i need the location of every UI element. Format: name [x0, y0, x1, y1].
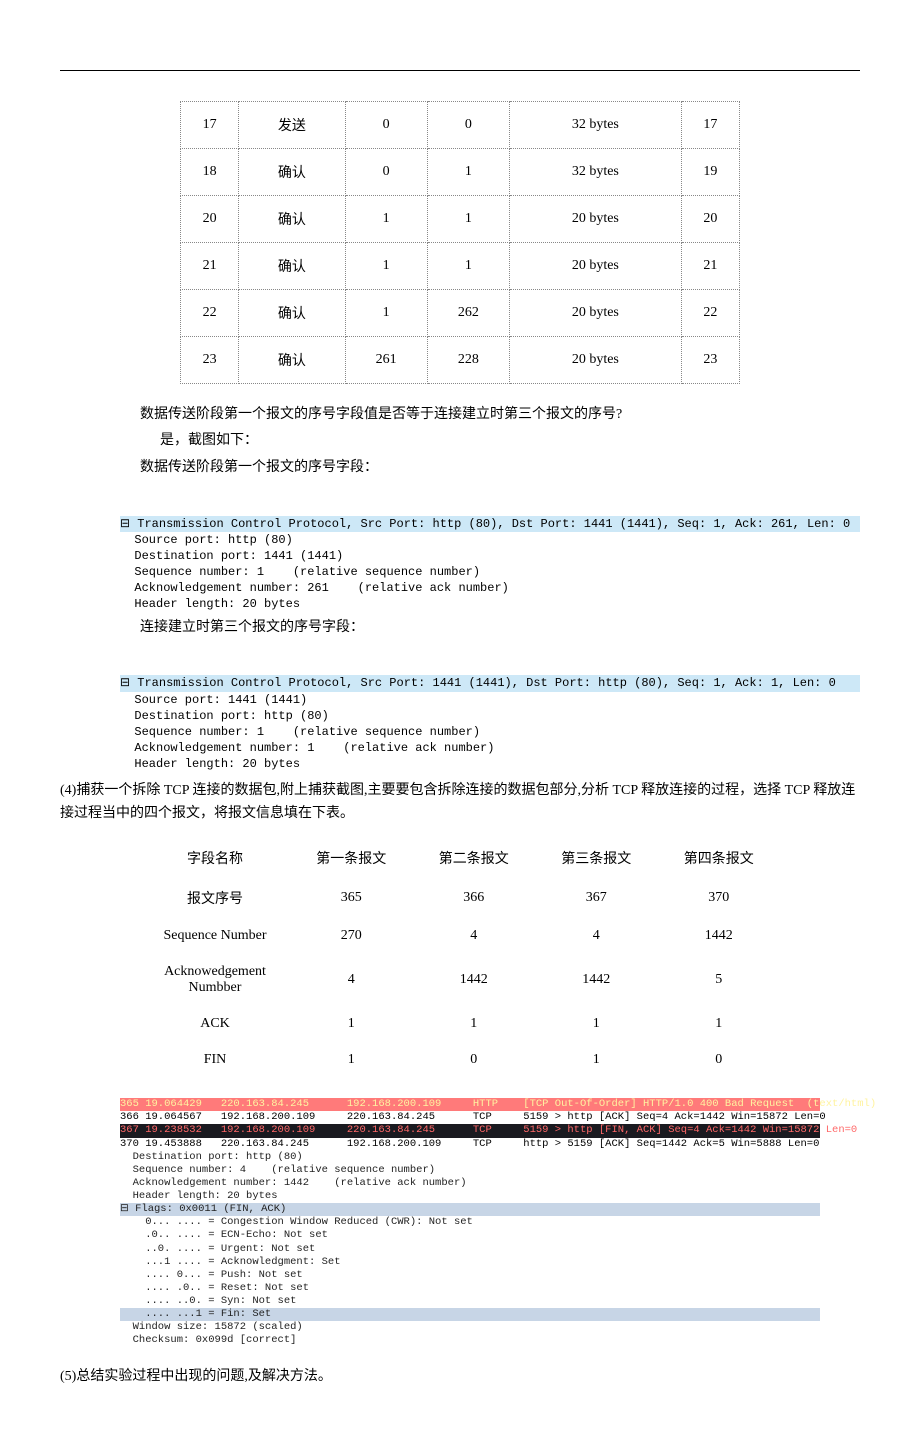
- table-cell: 370: [658, 878, 781, 918]
- code1-line: Destination port: 1441 (1441): [120, 549, 343, 563]
- table-cell: 22: [181, 290, 239, 337]
- table-cell: 5: [658, 954, 781, 1006]
- table-cell: 1442: [535, 954, 658, 1006]
- table-header-cell: 字段名称: [140, 838, 290, 878]
- table-cell: 32 bytes: [510, 102, 682, 149]
- table-header-cell: 第二条报文: [413, 838, 536, 878]
- ws-flags-header: ⊟ Flags: 0x0011 (FIN, ACK): [120, 1203, 820, 1216]
- table-cell: 1: [535, 1006, 658, 1042]
- table-cell: 23: [181, 337, 239, 384]
- table-cell: 1: [427, 243, 509, 290]
- ws-fin-line: .... ...1 = Fin: Set: [120, 1308, 820, 1321]
- table-cell: 确认: [239, 196, 345, 243]
- table-cell: 1442: [413, 954, 536, 1006]
- table-cell: 17: [681, 102, 739, 149]
- code2-line: Destination port: http (80): [120, 709, 329, 723]
- table-cell: 228: [427, 337, 509, 384]
- caption-1: 数据传送阶段第一个报文的序号字段：: [140, 457, 860, 479]
- table-cell: 20 bytes: [510, 290, 682, 337]
- table-cell: 20: [181, 196, 239, 243]
- table-cell: 1: [535, 1042, 658, 1078]
- table-cell: 20: [681, 196, 739, 243]
- question-text: 数据传送阶段第一个报文的序号字段值是否等于连接建立时第三个报文的序号?: [140, 404, 860, 426]
- table-cell: 1: [345, 290, 427, 337]
- code2-line: Header length: 20 bytes: [120, 757, 300, 771]
- table-cell: 1: [427, 149, 509, 196]
- code1-line: Transmission Control Protocol, Src Port:…: [137, 517, 850, 531]
- table-cell: FIN: [140, 1042, 290, 1078]
- table-cell: 20 bytes: [510, 243, 682, 290]
- table-cell: 确认: [239, 243, 345, 290]
- table-cell: 19: [681, 149, 739, 196]
- table-cell: 365: [290, 878, 413, 918]
- code-block-2: ⊟ Transmission Control Protocol, Src Por…: [120, 643, 860, 773]
- table-cell: 1: [345, 243, 427, 290]
- table-cell: 0: [658, 1042, 781, 1078]
- packet-row: 365 19.064429 220.163.84.245 192.168.200…: [120, 1098, 820, 1111]
- table-cell: 1442: [658, 918, 781, 954]
- code2-line: Sequence number: 1 (relative sequence nu…: [120, 725, 480, 739]
- table-cell: 22: [681, 290, 739, 337]
- table-cell: 1: [427, 196, 509, 243]
- wireshark-capture: 365 19.064429 220.163.84.245 192.168.200…: [120, 1098, 820, 1347]
- table-cell: AcknowedgementNumbber: [140, 954, 290, 1006]
- table-header-cell: 第一条报文: [290, 838, 413, 878]
- question-5: (5)总结实验过程中出现的问题,及解决方法。: [60, 1366, 860, 1388]
- table-cell: 20 bytes: [510, 196, 682, 243]
- table-cell: 0: [427, 102, 509, 149]
- table-cell: Sequence Number: [140, 918, 290, 954]
- table-header-cell: 第四条报文: [658, 838, 781, 878]
- code2-line: Source port: 1441 (1441): [120, 693, 307, 707]
- tcp-release-table: 字段名称第一条报文第二条报文第三条报文第四条报文报文序号365366367370…: [140, 838, 780, 1078]
- table-cell: 23: [681, 337, 739, 384]
- packet-row: 370 19.453888 220.163.84.245 192.168.200…: [120, 1138, 820, 1151]
- code2-line: Acknowledgement number: 1 (relative ack …: [120, 741, 494, 755]
- table-cell: 21: [681, 243, 739, 290]
- packet-row: 367 19.238532 192.168.200.109 220.163.84…: [120, 1124, 820, 1137]
- table-cell: 366: [413, 878, 536, 918]
- question-4: (4)捕获一个拆除 TCP 连接的数据包,附上捕获截图,主要要包含拆除连接的数据…: [60, 779, 860, 827]
- table-cell: 4: [290, 954, 413, 1006]
- table-cell: 18: [181, 149, 239, 196]
- table-cell: 261: [345, 337, 427, 384]
- table-cell: 1: [290, 1006, 413, 1042]
- table-cell: 21: [181, 243, 239, 290]
- code1-line: Header length: 20 bytes: [120, 597, 300, 611]
- packet-row: 366 19.064567 192.168.200.109 220.163.84…: [120, 1111, 820, 1124]
- code2-line: Transmission Control Protocol, Src Port:…: [137, 676, 836, 690]
- table-cell: 0: [413, 1042, 536, 1078]
- caption-2: 连接建立时第三个报文的序号字段：: [140, 617, 860, 639]
- table-cell: 0: [345, 102, 427, 149]
- table-cell: 270: [290, 918, 413, 954]
- table-cell: 1: [658, 1006, 781, 1042]
- answer-text: 是，截图如下：: [160, 430, 860, 452]
- table-cell: ACK: [140, 1006, 290, 1042]
- table-cell: 262: [427, 290, 509, 337]
- code1-line: Source port: http (80): [120, 533, 293, 547]
- table-cell: 4: [413, 918, 536, 954]
- table-cell: 1: [413, 1006, 536, 1042]
- table-cell: 32 bytes: [510, 149, 682, 196]
- table-cell: 17: [181, 102, 239, 149]
- table-cell: 4: [535, 918, 658, 954]
- table-cell: 20 bytes: [510, 337, 682, 384]
- table-cell: 发送: [239, 102, 345, 149]
- table-cell: 367: [535, 878, 658, 918]
- table-cell: 确认: [239, 337, 345, 384]
- code1-line: Acknowledgement number: 261 (relative ac…: [120, 581, 509, 595]
- code-block-1: ⊟ Transmission Control Protocol, Src Por…: [120, 483, 860, 613]
- table-cell: 确认: [239, 149, 345, 196]
- table-cell: 1: [345, 196, 427, 243]
- table-cell: 1: [290, 1042, 413, 1078]
- table-cell: 报文序号: [140, 878, 290, 918]
- header-rule: [60, 70, 860, 71]
- table-header-cell: 第三条报文: [535, 838, 658, 878]
- table-cell: 0: [345, 149, 427, 196]
- code1-line: Sequence number: 1 (relative sequence nu…: [120, 565, 480, 579]
- tcp-table-1: 17发送0032 bytes1718确认0132 bytes1920确认1120…: [180, 101, 740, 384]
- table-cell: 确认: [239, 290, 345, 337]
